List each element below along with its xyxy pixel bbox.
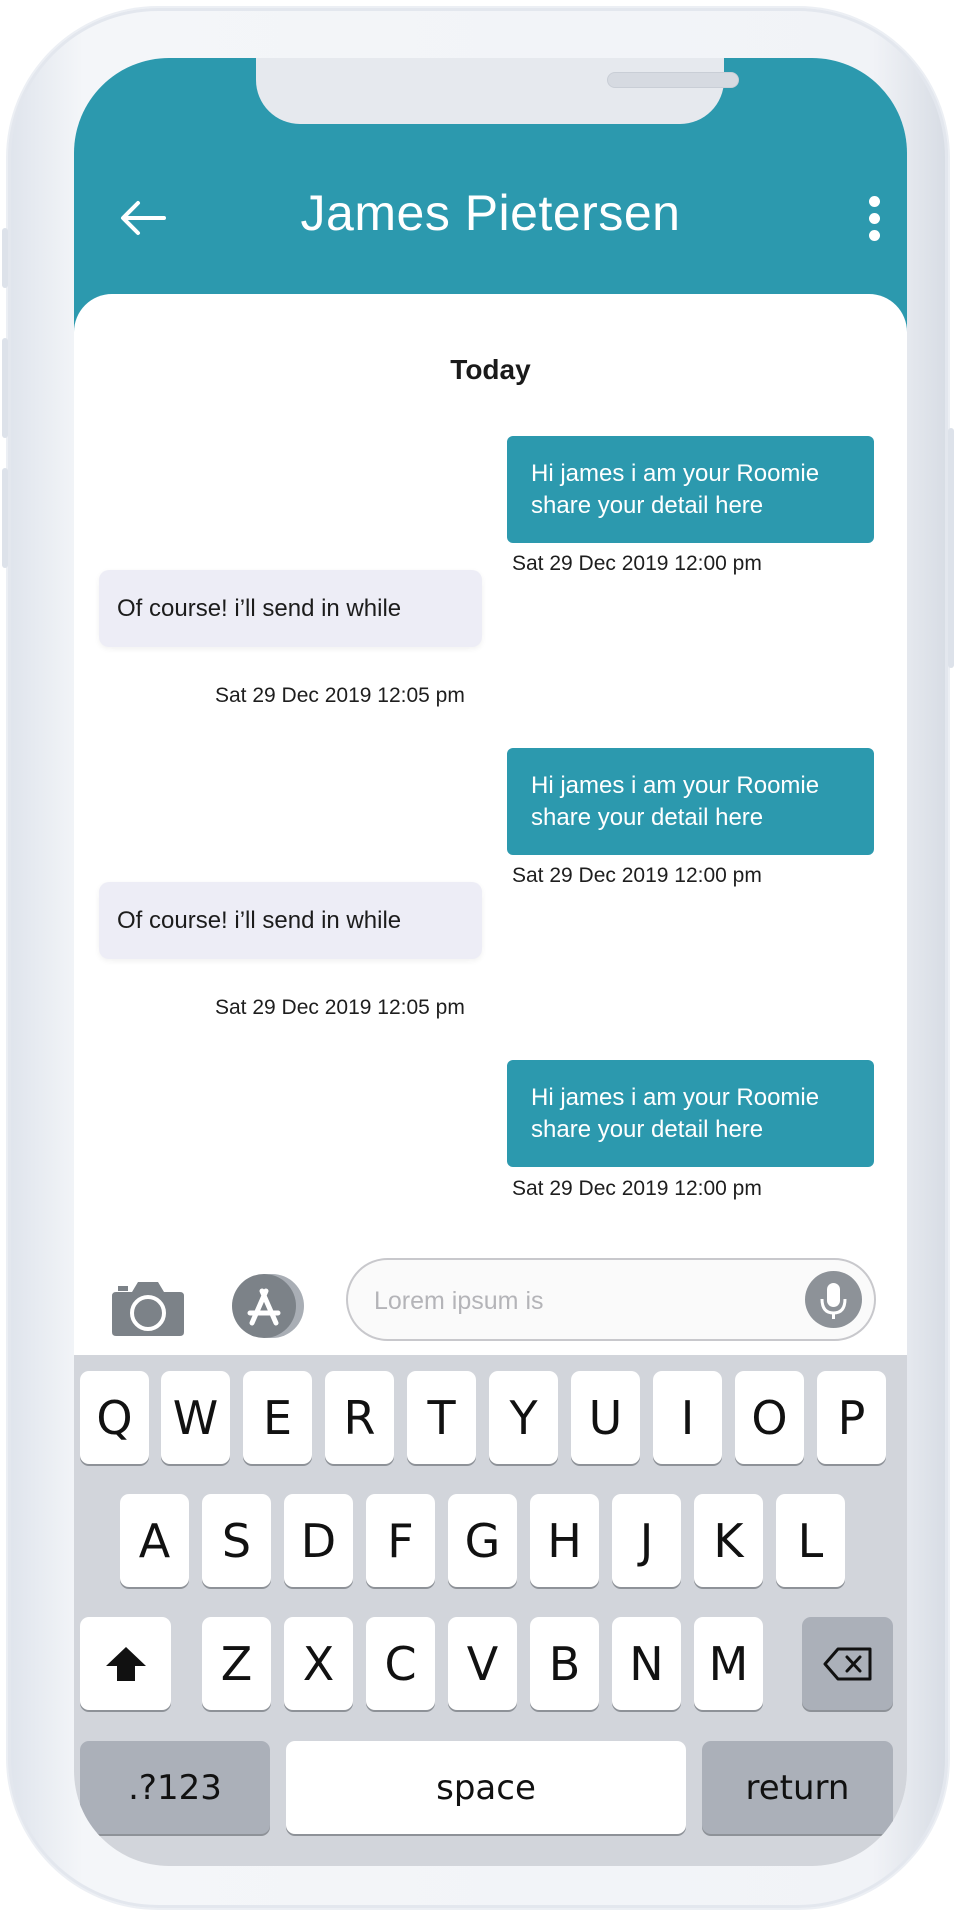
key-c[interactable]: C	[366, 1617, 435, 1710]
key-z[interactable]: Z	[202, 1617, 271, 1710]
key-m[interactable]: M	[694, 1617, 763, 1710]
key-d[interactable]: D	[284, 1494, 353, 1587]
on-screen-keyboard: Q W E R T Y U I O P A S D F G H J K L Z	[74, 1355, 907, 1866]
key-h[interactable]: H	[530, 1494, 599, 1587]
phone-frame: James Pietersen Today Hi james i am your…	[2, 8, 954, 1908]
key-q[interactable]: Q	[80, 1371, 149, 1464]
message-time: Sat 29 Dec 2019 12:00 pm	[512, 552, 762, 575]
message-bubble-sent: Hi james i am your Roomie share your det…	[507, 436, 874, 543]
key-f[interactable]: F	[366, 1494, 435, 1587]
numbers-key[interactable]: .?123	[80, 1741, 270, 1834]
key-e[interactable]: E	[243, 1371, 312, 1464]
message-bubble-sent: Hi james i am your Roomie share your det…	[507, 1060, 874, 1167]
message-bubble-received: Of course! i’ll send in while	[99, 570, 482, 647]
key-v[interactable]: V	[448, 1617, 517, 1710]
key-s[interactable]: S	[202, 1494, 271, 1587]
key-g[interactable]: G	[448, 1494, 517, 1587]
key-a[interactable]: A	[120, 1494, 189, 1587]
key-n[interactable]: N	[612, 1617, 681, 1710]
phone-screen: James Pietersen Today Hi james i am your…	[74, 58, 907, 1866]
key-o[interactable]: O	[735, 1371, 804, 1464]
message-input[interactable]	[372, 1274, 776, 1328]
day-separator: Today	[450, 354, 531, 385]
key-l[interactable]: L	[776, 1494, 845, 1587]
message-input-field[interactable]	[346, 1258, 876, 1341]
message-list: Today Hi james i am your Roomie share yo…	[74, 294, 907, 1414]
key-b[interactable]: B	[530, 1617, 599, 1710]
key-p[interactable]: P	[817, 1371, 886, 1464]
space-key[interactable]: space	[286, 1741, 686, 1834]
message-time: Sat 29 Dec 2019 12:00 pm	[512, 1177, 762, 1200]
message-time: Sat 29 Dec 2019 12:05 pm	[215, 684, 465, 707]
message-time: Sat 29 Dec 2019 12:00 pm	[512, 864, 762, 887]
speaker-grille	[607, 72, 739, 88]
app-store-icon[interactable]	[228, 1271, 308, 1341]
key-k[interactable]: K	[694, 1494, 763, 1587]
microphone-icon[interactable]	[805, 1271, 862, 1328]
message-time: Sat 29 Dec 2019 12:05 pm	[215, 996, 465, 1019]
backspace-key[interactable]	[802, 1617, 893, 1710]
volume-down-button	[2, 468, 8, 568]
power-button	[948, 428, 954, 668]
key-u[interactable]: U	[571, 1371, 640, 1464]
key-y[interactable]: Y	[489, 1371, 558, 1464]
key-j[interactable]: J	[612, 1494, 681, 1587]
key-i[interactable]: I	[653, 1371, 722, 1464]
camera-icon[interactable]	[110, 1278, 186, 1338]
shift-arrow-icon	[105, 1646, 146, 1681]
return-key[interactable]: return	[702, 1741, 893, 1834]
more-vertical-icon[interactable]	[869, 196, 883, 242]
key-t[interactable]: T	[407, 1371, 476, 1464]
key-w[interactable]: W	[161, 1371, 230, 1464]
shift-key[interactable]	[80, 1617, 171, 1710]
side-button	[2, 228, 8, 288]
message-bubble-received: Of course! i’ll send in while	[99, 882, 482, 959]
message-bubble-sent: Hi james i am your Roomie share your det…	[507, 748, 874, 855]
key-r[interactable]: R	[325, 1371, 394, 1464]
key-x[interactable]: X	[284, 1617, 353, 1710]
backspace-icon	[823, 1647, 871, 1680]
volume-up-button	[2, 338, 8, 438]
notch	[256, 58, 739, 124]
contact-name: James Pietersen	[300, 185, 681, 241]
